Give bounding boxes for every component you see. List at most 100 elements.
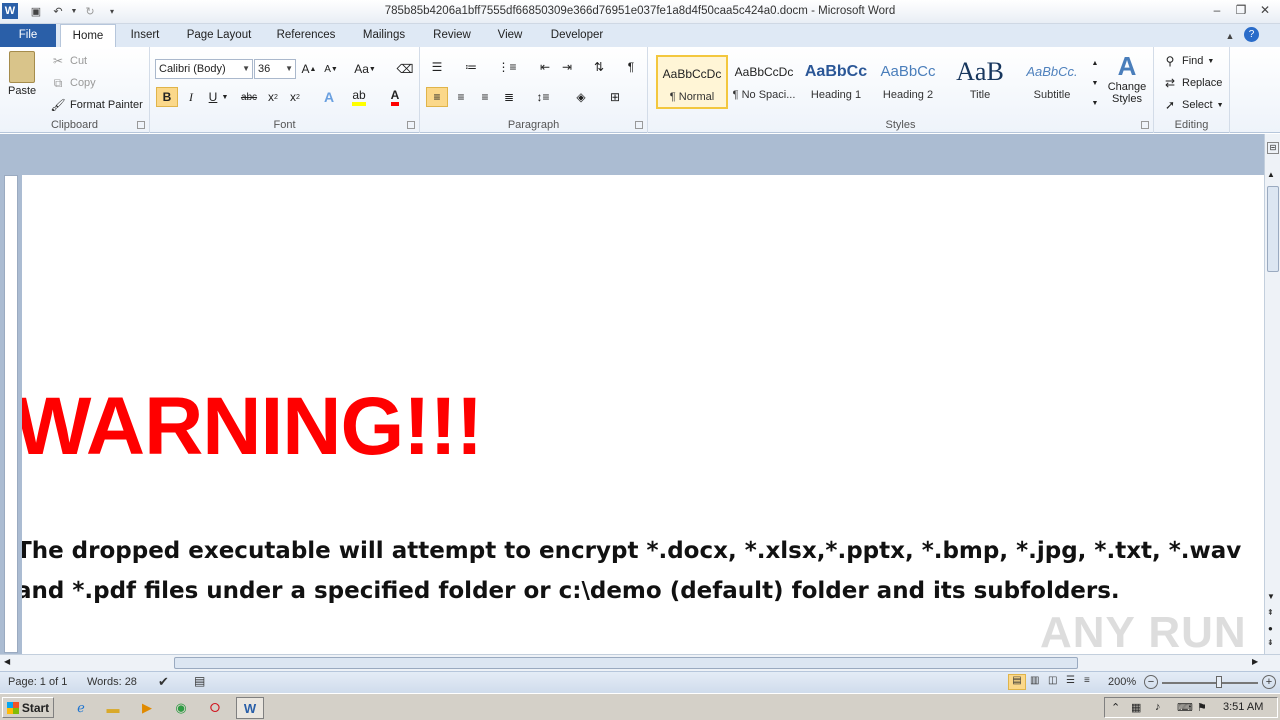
volume-icon[interactable]: ♪	[1155, 701, 1161, 713]
tab-mailings[interactable]: Mailings	[354, 24, 414, 47]
font-family-select[interactable]: Calibri (Body) ▼	[155, 59, 253, 79]
styles-scroll-up-icon[interactable]: ▲	[1088, 53, 1102, 73]
paragraph-launcher-icon[interactable]	[635, 121, 643, 129]
align-right-button[interactable]: ≡	[474, 87, 496, 107]
media-player-icon[interactable]: ▶	[138, 699, 156, 717]
subscript-button[interactable]: x2	[262, 87, 284, 107]
vertical-ruler[interactable]	[4, 175, 18, 653]
style-title[interactable]: AaB Title	[944, 55, 1016, 109]
styles-scroll-down-icon[interactable]: ▼	[1088, 73, 1102, 93]
scroll-thumb[interactable]	[1267, 186, 1279, 272]
change-case-button[interactable]: Aa ▼	[350, 59, 380, 79]
minimize-ribbon-icon[interactable]: ▲	[1222, 28, 1238, 44]
word-taskbar-icon[interactable]: W	[236, 697, 264, 719]
sort-icon[interactable]: ⇅	[588, 57, 610, 77]
zoom-out-icon[interactable]: −	[1144, 675, 1158, 689]
minimize-button[interactable]: –	[1206, 1, 1228, 19]
numbering-icon[interactable]: ≔	[460, 57, 482, 77]
grow-font-button[interactable]: A ▲	[298, 59, 320, 79]
tab-developer[interactable]: Developer	[544, 24, 610, 47]
tray-expand-icon[interactable]: ⌃	[1111, 701, 1120, 714]
view-web-layout-icon[interactable]: ◫	[1048, 675, 1057, 686]
copy-button[interactable]: ⧉ Copy	[50, 75, 96, 91]
maximize-button[interactable]: ❐	[1230, 1, 1252, 19]
scroll-left-icon[interactable]: ◀	[4, 657, 10, 666]
vertical-scrollbar[interactable]: ⊟ ▲ ▼ ⇞ ● ⇟	[1264, 134, 1280, 654]
word-count[interactable]: Words: 28	[87, 676, 137, 688]
horizontal-scroll-thumb[interactable]	[174, 657, 1078, 669]
view-draft-icon[interactable]: ≡	[1084, 675, 1090, 686]
font-color-icon[interactable]: A	[384, 87, 406, 107]
chrome-icon[interactable]: ◉	[172, 699, 190, 717]
prev-page-icon[interactable]: ⇞	[1267, 608, 1274, 617]
replace-button[interactable]: ⇄ Replace	[1162, 75, 1222, 91]
clipboard-launcher-icon[interactable]	[137, 121, 145, 129]
document-page[interactable]: WARNING!!! The dropped executable will a…	[22, 175, 1264, 654]
tab-insert[interactable]: Insert	[122, 24, 168, 47]
folder-icon[interactable]: ▬	[104, 699, 122, 717]
cut-button[interactable]: ✂ Cut	[50, 53, 87, 69]
tab-home[interactable]: Home	[60, 24, 116, 47]
line-spacing-icon[interactable]: ↕≡	[532, 87, 554, 107]
scroll-right-icon[interactable]: ▶	[1252, 657, 1258, 666]
style-no-spacing[interactable]: AaBbCcDc ¶ No Spaci...	[728, 55, 800, 109]
show-formatting-icon[interactable]: ¶	[620, 57, 642, 77]
superscript-button[interactable]: x2	[284, 87, 306, 107]
view-outline-icon[interactable]: ☰	[1066, 675, 1075, 686]
tab-review[interactable]: Review	[426, 24, 478, 47]
align-center-button[interactable]: ≡	[450, 87, 472, 107]
next-page-icon[interactable]: ⇟	[1267, 638, 1274, 647]
highlight-color-icon[interactable]: ab	[348, 87, 370, 107]
shading-icon[interactable]: ◈	[570, 87, 592, 107]
text-effects-icon[interactable]: A	[318, 87, 340, 107]
borders-icon[interactable]: ⊞	[604, 87, 626, 107]
font-launcher-icon[interactable]	[407, 121, 415, 129]
bullets-icon[interactable]: ☰	[426, 57, 448, 77]
font-size-select[interactable]: 36 ▼	[254, 59, 296, 79]
format-painter-button[interactable]: 🖌 Format Painter	[50, 97, 142, 113]
zoom-in-icon[interactable]: +	[1262, 675, 1276, 689]
bold-button[interactable]: B	[156, 87, 178, 107]
tab-view[interactable]: View	[490, 24, 530, 47]
style-heading-1[interactable]: AaBbCc Heading 1	[800, 55, 872, 109]
strikethrough-button[interactable]: abc	[238, 87, 260, 107]
select-button[interactable]: ➚ Select ▼	[1162, 97, 1224, 113]
keyboard-icon[interactable]: ⌨	[1177, 701, 1193, 714]
browse-object-icon[interactable]: ●	[1268, 624, 1273, 633]
justify-button[interactable]: ≣	[498, 87, 520, 107]
style-heading-2[interactable]: AaBbCc Heading 2	[872, 55, 944, 109]
italic-button[interactable]: I	[180, 87, 202, 107]
start-button[interactable]: Start	[2, 697, 54, 718]
decrease-indent-icon[interactable]: ⇤	[534, 57, 556, 77]
shrink-font-button[interactable]: A ▼	[320, 59, 342, 79]
styles-more-icon[interactable]: ▼	[1088, 93, 1102, 113]
underline-dropdown-icon[interactable]: ▼	[220, 87, 230, 107]
close-button[interactable]: ✕	[1254, 1, 1276, 19]
multilevel-list-icon[interactable]: ⋮≡	[496, 57, 518, 77]
tab-references[interactable]: References	[270, 24, 342, 47]
zoom-slider-thumb[interactable]	[1216, 676, 1222, 688]
align-left-button[interactable]: ≡	[426, 87, 448, 107]
ruler-toggle-icon[interactable]: ⊟	[1267, 142, 1279, 154]
clear-formatting-icon[interactable]: ⌫	[394, 59, 416, 79]
network-icon[interactable]: ▦	[1131, 701, 1141, 714]
style-normal[interactable]: AaBbCcDc ¶ Normal	[656, 55, 728, 109]
flag-icon[interactable]: ⚑	[1197, 701, 1207, 714]
tab-file[interactable]: File	[0, 24, 56, 47]
view-full-screen-icon[interactable]: ▥	[1030, 675, 1039, 686]
zoom-slider[interactable]	[1162, 682, 1258, 684]
page-count[interactable]: Page: 1 of 1	[8, 676, 67, 688]
view-print-layout-icon[interactable]: ▤	[1008, 674, 1026, 690]
tab-page-layout[interactable]: Page Layout	[180, 24, 258, 47]
increase-indent-icon[interactable]: ⇥	[556, 57, 578, 77]
help-icon[interactable]: ?	[1244, 27, 1259, 42]
style-subtitle[interactable]: AaBbCc. Subtitle	[1016, 55, 1088, 109]
opera-icon[interactable]: ⭘	[206, 699, 224, 717]
change-styles-button[interactable]: A Change Styles	[1104, 51, 1150, 105]
paste-button[interactable]: Paste	[8, 51, 36, 97]
styles-launcher-icon[interactable]	[1141, 121, 1149, 129]
clock[interactable]: 3:51 AM	[1223, 701, 1263, 713]
find-button[interactable]: ⚲ Find ▼	[1162, 53, 1215, 69]
macro-record-icon[interactable]: ▤	[194, 674, 205, 688]
proofing-icon[interactable]: ✔	[158, 674, 169, 690]
